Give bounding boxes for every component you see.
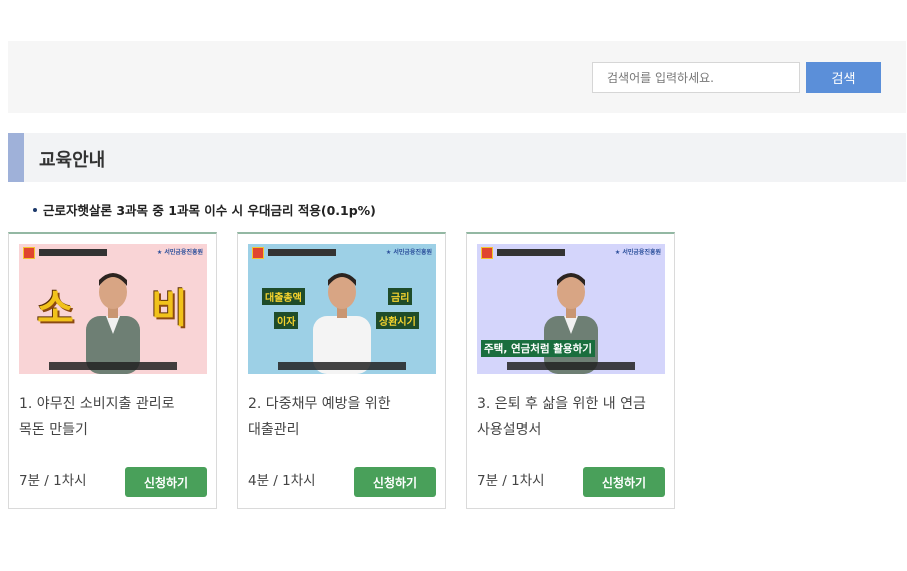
- search-button[interactable]: 검색: [806, 62, 881, 93]
- thumbnail-word: 대출총액: [262, 288, 305, 305]
- notice-label: 근로자햇살론 3과목 중 1과목 이수 시 우대금리 적용(0.1p%): [43, 203, 376, 218]
- page-title: 교육안내: [39, 150, 106, 171]
- apply-button[interactable]: 신청하기: [583, 467, 665, 497]
- thumbnail-logo: ★ 서민금융진흥원: [614, 249, 661, 256]
- course-title[interactable]: 1. 야무진 소비지출 관리로 목돈 만들기: [19, 391, 209, 443]
- apply-button[interactable]: 신청하기: [125, 467, 207, 497]
- course-card: ★ 서민금융진흥원 주택, 연금처럼 활용하기 3. 은퇴 후 삶을 위한 내 …: [466, 232, 675, 509]
- course-title-line: 3. 은퇴 후 삶을 위한 내 연금: [477, 396, 646, 412]
- thumbnail-word: 비: [151, 286, 188, 332]
- course-title-line: 대출관리: [248, 422, 300, 438]
- course-title[interactable]: 3. 은퇴 후 삶을 위한 내 연금 사용설명서: [477, 391, 667, 443]
- thumbnail-word: 금리: [388, 288, 413, 305]
- section-accent-bar: [8, 133, 24, 182]
- thumbnail-badge-icon: [481, 247, 493, 259]
- course-title-line: 사용설명서: [477, 422, 542, 438]
- thumbnail-topbar: [497, 249, 565, 256]
- presenter-image: [86, 273, 140, 374]
- course-title-line: 목돈 만들기: [19, 422, 88, 438]
- thumbnail-word: 주택, 연금처럼 활용하기: [481, 340, 595, 357]
- course-thumbnail[interactable]: ★ 서민금융진흥원 주택, 연금처럼 활용하기: [477, 244, 665, 374]
- thumbnail-word: 소: [37, 286, 74, 332]
- course-title-line: 2. 다중채무 예방을 위한: [248, 396, 391, 412]
- course-thumbnail[interactable]: ★ 서민금융진흥원 대출총액 금리 이자 상환시기: [248, 244, 436, 374]
- course-title-line: 1. 야무진 소비지출 관리로: [19, 396, 175, 412]
- search-bar: 검색: [8, 41, 906, 113]
- thumbnail-word: 상환시기: [376, 312, 419, 329]
- thumbnail-caption: [507, 362, 635, 370]
- course-thumbnail[interactable]: ★ 서민금융진흥원 소 비: [19, 244, 207, 374]
- course-card: ★ 서민금융진흥원 대출총액 금리 이자 상환시기 2. 다중채무 예방을 위한…: [237, 232, 446, 509]
- course-duration: 7분 / 1차시: [19, 473, 87, 489]
- course-duration: 4분 / 1차시: [248, 473, 316, 489]
- presenter-image: [313, 273, 371, 374]
- thumbnail-caption: [49, 362, 177, 370]
- thumbnail-topbar: [39, 249, 107, 256]
- section-header: 교육안내: [8, 133, 906, 182]
- course-title[interactable]: 2. 다중채무 예방을 위한 대출관리: [248, 391, 438, 443]
- thumbnail-logo: ★ 서민금융진흥원: [385, 249, 432, 256]
- apply-button[interactable]: 신청하기: [354, 467, 436, 497]
- notice-text: 근로자햇살론 3과목 중 1과목 이수 시 우대금리 적용(0.1p%): [33, 200, 376, 219]
- thumbnail-word: 이자: [274, 312, 299, 329]
- search-input[interactable]: [592, 62, 800, 93]
- thumbnail-caption: [278, 362, 406, 370]
- course-duration: 7분 / 1차시: [477, 473, 545, 489]
- thumbnail-badge-icon: [252, 247, 264, 259]
- thumbnail-topbar: [268, 249, 336, 256]
- bullet-icon: [33, 207, 37, 212]
- thumbnail-badge-icon: [23, 247, 35, 259]
- thumbnail-logo: ★ 서민금융진흥원: [156, 249, 203, 256]
- course-card: ★ 서민금융진흥원 소 비 1. 야무진 소비지출 관리로 목돈 만들기 7분 …: [8, 232, 217, 509]
